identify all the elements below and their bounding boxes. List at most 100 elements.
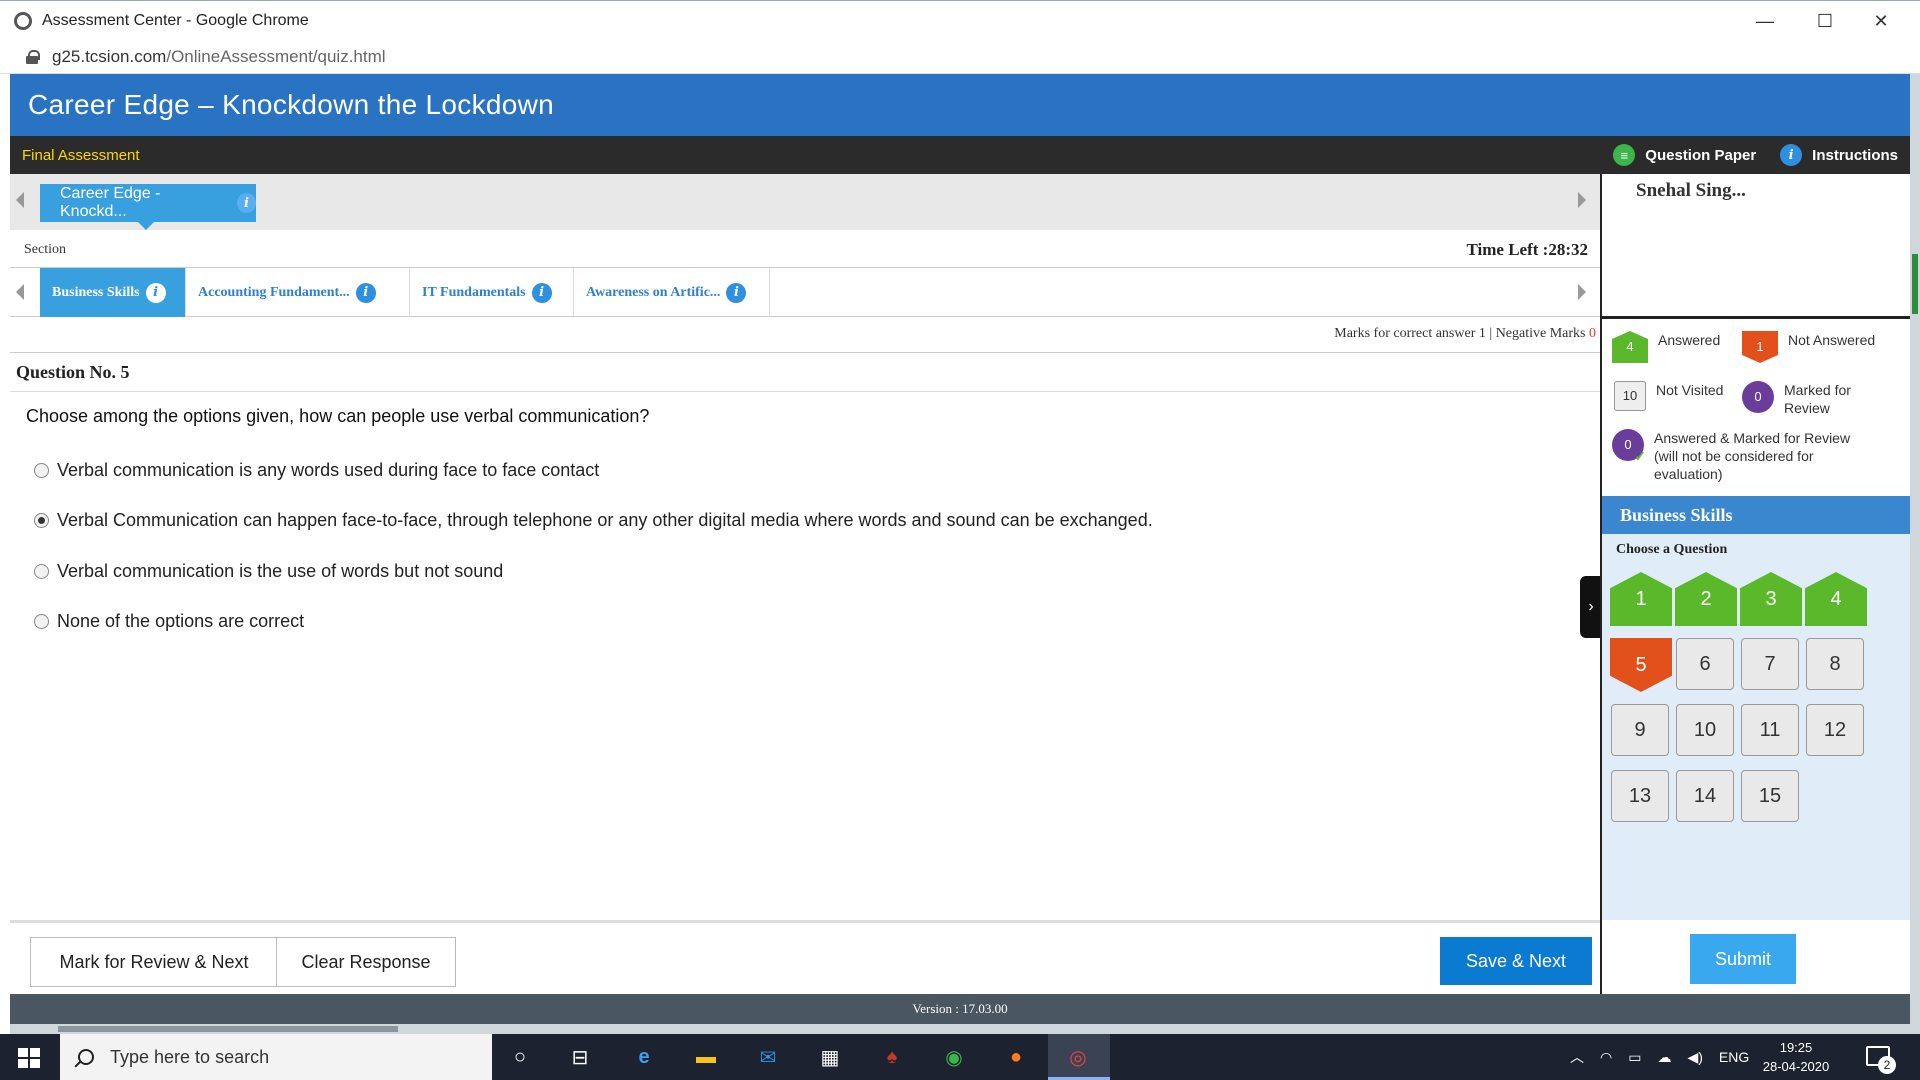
scroll-thumb[interactable] xyxy=(58,1026,398,1032)
legend-label: Answered & Marked for Review (will not b… xyxy=(1654,430,1851,482)
mail-icon[interactable]: ✉ xyxy=(754,1044,782,1070)
question-button-4[interactable]: 4 xyxy=(1805,572,1867,626)
address-bar[interactable]: g25.tcsion.com/OnlineAssessment/quiz.htm… xyxy=(0,40,1920,74)
task-view-icon[interactable]: ⊟ xyxy=(566,1044,594,1070)
window-title-bar: Assessment Center - Google Chrome — ☐ ✕ xyxy=(0,0,1920,40)
tab-awareness-on-ai[interactable]: Awareness on Artific... i xyxy=(574,268,770,317)
negative-marks-label: Negative Marks xyxy=(1495,326,1586,341)
legend-answered-marked: 0 Answered & Marked for Review (will not… xyxy=(1612,429,1902,483)
file-explorer-icon[interactable]: ▬ xyxy=(692,1044,720,1070)
option-3[interactable]: Verbal communication is the use of words… xyxy=(34,561,503,582)
question-button-9[interactable]: 9 xyxy=(1611,704,1669,756)
choose-question-label: Choose a Question xyxy=(1616,542,1728,557)
scroll-right-icon[interactable] xyxy=(1578,192,1586,208)
radio-button[interactable] xyxy=(34,463,49,478)
action-bar: Mark for Review & Next Clear Response Sa… xyxy=(10,920,1600,994)
not-visited-badge: 10 xyxy=(1614,381,1646,411)
radio-button[interactable] xyxy=(34,564,49,579)
volume-icon[interactable]: ◀) xyxy=(1687,1049,1702,1066)
url-text[interactable]: g25.tcsion.com/OnlineAssessment/quiz.htm… xyxy=(52,47,386,67)
legend-label: Not Answered xyxy=(1788,332,1876,348)
info-icon[interactable]: i xyxy=(355,282,376,303)
question-button-14[interactable]: 14 xyxy=(1676,770,1734,822)
radio-button[interactable] xyxy=(34,614,49,629)
game-app-icon[interactable]: ♠ xyxy=(878,1044,906,1070)
firefox-icon[interactable]: ● xyxy=(1002,1044,1030,1070)
window-title: Assessment Center - Google Chrome xyxy=(42,11,309,29)
section-label: Section xyxy=(24,242,66,257)
edge-icon[interactable]: e xyxy=(630,1044,658,1070)
question-button-5[interactable]: 5 xyxy=(1610,638,1672,692)
scroll-thumb[interactable] xyxy=(1912,254,1918,314)
scroll-left-icon[interactable] xyxy=(16,284,24,300)
status-legend: 4 Answered 1 Not Answered 10 Not Visited… xyxy=(1602,316,1910,492)
question-number: Question No. 5 xyxy=(10,352,1600,392)
info-icon[interactable]: i xyxy=(531,282,552,303)
cortana-icon[interactable]: ○ xyxy=(506,1044,534,1070)
clock-date: 28-04-2020 xyxy=(1762,1059,1830,1074)
collapse-panel-button[interactable]: › xyxy=(1580,576,1602,638)
horizontal-scrollbar[interactable] xyxy=(10,1024,1910,1034)
palette-body: Choose a Question 1 2 3 4 5 6 7 8 9 10 1… xyxy=(1602,534,1910,934)
app-icon[interactable]: ◉ xyxy=(940,1044,968,1070)
marks-separator: | xyxy=(1489,326,1493,341)
question-button-11[interactable]: 11 xyxy=(1741,704,1799,756)
clear-response-button[interactable]: Clear Response xyxy=(276,937,456,987)
question-button-13[interactable]: 13 xyxy=(1611,770,1669,822)
info-icon[interactable]: i xyxy=(726,282,747,303)
url-path: /OnlineAssessment/quiz.html xyxy=(166,46,386,66)
time-left: Time Left :28:32 xyxy=(1466,240,1589,259)
option-1[interactable]: Verbal communication is any words used d… xyxy=(34,460,599,481)
scroll-left-icon[interactable] xyxy=(16,192,24,208)
tab-accounting-fundamentals[interactable]: Accounting Fundament... i xyxy=(186,268,410,317)
info-icon[interactable]: i xyxy=(237,193,256,213)
taskbar-search[interactable]: Type here to search xyxy=(60,1034,492,1080)
test-tab[interactable]: Career Edge - Knockd... i xyxy=(40,184,256,230)
info-icon[interactable]: i xyxy=(145,282,166,303)
question-button-10[interactable]: 10 xyxy=(1676,704,1734,756)
question-button-8[interactable]: 8 xyxy=(1806,638,1864,690)
battery-icon[interactable]: ▭ xyxy=(1628,1049,1641,1066)
clock[interactable]: 19:25 28-04-2020 xyxy=(1754,1038,1838,1076)
question-button-12[interactable]: 12 xyxy=(1806,704,1864,756)
question-paper-link[interactable]: Question Paper xyxy=(1645,147,1756,164)
store-icon[interactable]: ▦ xyxy=(816,1044,844,1070)
question-button-2[interactable]: 2 xyxy=(1675,572,1737,626)
palette-section-title: Business Skills xyxy=(1602,496,1910,534)
marks-info: Marks for correct answer 1 | Negative Ma… xyxy=(1334,326,1596,342)
page-scrollbar[interactable] xyxy=(1910,74,1920,1034)
maximize-button[interactable]: ☐ xyxy=(1796,1,1854,41)
option-4[interactable]: None of the options are correct xyxy=(34,611,304,632)
question-button-1[interactable]: 1 xyxy=(1610,572,1672,626)
question-button-3[interactable]: 3 xyxy=(1740,572,1802,626)
tab-business-skills[interactable]: Business Skills i xyxy=(40,268,186,317)
option-label: Verbal communication is the use of words… xyxy=(57,561,504,581)
option-2[interactable]: Verbal Communication can happen face-to-… xyxy=(34,510,1153,531)
submit-button[interactable]: Submit xyxy=(1690,934,1796,984)
save-next-button[interactable]: Save & Next xyxy=(1440,937,1592,985)
wifi-icon[interactable]: ◠ xyxy=(1600,1049,1612,1066)
tab-it-fundamentals[interactable]: IT Fundamentals i xyxy=(410,268,574,317)
radio-button[interactable] xyxy=(34,513,49,528)
chrome-icon[interactable]: ◎ xyxy=(1064,1044,1092,1070)
test-tab-row: Career Edge - Knockd... i xyxy=(10,174,1600,230)
question-button-6[interactable]: 6 xyxy=(1676,638,1734,690)
chevron-right-icon: › xyxy=(1588,598,1594,615)
scroll-right-icon[interactable] xyxy=(1578,284,1586,300)
mark-review-next-button[interactable]: Mark for Review & Next xyxy=(30,937,278,987)
instructions-link[interactable]: Instructions xyxy=(1812,147,1898,164)
question-paper-icon[interactable]: ≡ xyxy=(1613,144,1636,166)
info-icon[interactable]: i xyxy=(1780,144,1803,166)
question-button-7[interactable]: 7 xyxy=(1741,638,1799,690)
language-indicator[interactable]: ENG xyxy=(1719,1049,1749,1065)
legend-not-answered: 1 Not Answered xyxy=(1742,331,1892,363)
lock-icon xyxy=(26,49,40,64)
question-button-15[interactable]: 15 xyxy=(1741,770,1799,822)
windows-start-icon[interactable] xyxy=(18,1048,40,1068)
version-bar: Version : 17.03.00 xyxy=(10,994,1910,1024)
test-tab-label: Career Edge - Knockd... xyxy=(60,185,161,220)
close-button[interactable]: ✕ xyxy=(1852,1,1910,41)
chevron-up-icon[interactable]: ︿ xyxy=(1570,1047,1584,1067)
minimize-button[interactable]: — xyxy=(1736,1,1794,41)
onedrive-icon[interactable]: ☁ xyxy=(1657,1049,1671,1066)
